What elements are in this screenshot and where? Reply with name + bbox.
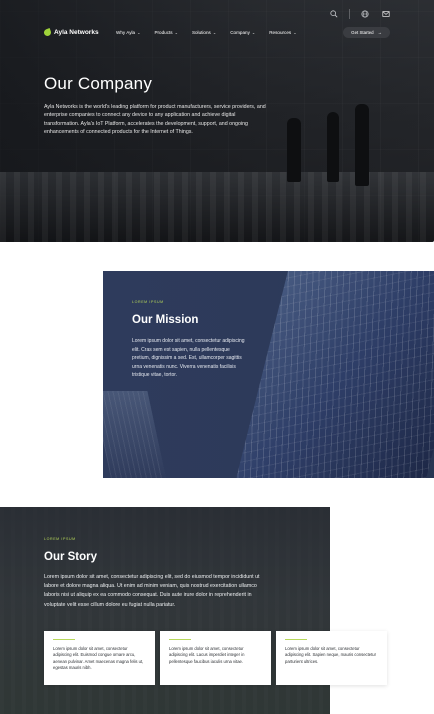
hero-description: Ayla Networks is the world's leading pla… (44, 104, 266, 135)
globe-icon[interactable] (359, 8, 371, 20)
nav-item-label: Products (154, 29, 173, 35)
brand-name: Ayla Networks (54, 28, 99, 36)
story-card-text: Lorem ipsum dolor sit amet, consectetur … (285, 646, 377, 664)
arrow-right-icon: → (377, 29, 382, 35)
story-description: Lorem ipsum dolor sit amet, consectetur … (44, 574, 260, 608)
accent-bar (285, 639, 307, 640)
chevron-down-icon: ⌄ (212, 29, 217, 35)
get-started-label: Get Started (351, 29, 374, 35)
nav-menu: Why Ayla ⌄ Products ⌄ Solutions ⌄ Company ⌄ … (116, 30, 297, 35)
nav-item-products[interactable]: Products ⌄ (154, 30, 178, 35)
story-card: Lorem ipsum dolor sit amet, consectetur … (44, 631, 155, 685)
hero-section: Ayla Networks Why Ayla ⌄ Products ⌄ Soluti… (0, 0, 434, 242)
nav-item-why-ayla[interactable]: Why Ayla ⌄ (116, 30, 140, 35)
chevron-down-icon: ⌄ (251, 29, 256, 35)
page-title: Our Company (44, 74, 153, 93)
story-eyebrow: LOREM IPSUM (44, 537, 76, 541)
story-cards: Lorem ipsum dolor sit amet, consectetur … (44, 631, 387, 685)
nav-item-resources[interactable]: Resources ⌄ (269, 30, 296, 35)
story-card-text: Lorem ipsum dolor sit amet, consectetur … (53, 646, 144, 670)
story-card: Lorem ipsum dolor sit amet, consectetur … (276, 631, 387, 685)
silhouette-figure (355, 104, 369, 186)
mail-icon[interactable] (380, 8, 392, 20)
mission-section: LOREM IPSUM Our Mission Lorem ipsum dolo… (103, 271, 434, 478)
mission-eyebrow: LOREM IPSUM (132, 300, 164, 304)
search-icon[interactable] (328, 8, 340, 20)
nav-item-label: Why Ayla (116, 29, 136, 35)
mission-description: Lorem ipsum dolor sit amet, consectetur … (132, 338, 245, 379)
get-started-button[interactable]: Get Started → (343, 26, 390, 38)
utility-bar (328, 8, 392, 20)
nav-item-company[interactable]: Company ⌄ (230, 30, 255, 35)
story-title: Our Story (44, 551, 98, 563)
chevron-down-icon: ⌄ (293, 29, 297, 35)
chevron-down-icon: ⌄ (174, 29, 178, 35)
accent-bar (53, 639, 75, 640)
nav-item-label: Resources (269, 29, 292, 35)
chevron-down-icon: ⌄ (137, 29, 141, 35)
silhouette-figure (287, 118, 301, 182)
main-nav: Ayla Networks Why Ayla ⌄ Products ⌄ Soluti… (43, 26, 390, 38)
silhouette-figure (327, 112, 339, 182)
story-card: Lorem ipsum dolor sit amet, consectetur … (160, 631, 271, 685)
nav-item-solutions[interactable]: Solutions ⌄ (192, 30, 216, 35)
leaf-logo-icon (43, 27, 52, 37)
accent-bar (169, 639, 191, 640)
mission-title: Our Mission (132, 314, 199, 326)
nav-item-label: Company (230, 29, 250, 35)
skyscraper-image (230, 271, 434, 478)
divider (349, 9, 350, 19)
brand-logo[interactable]: Ayla Networks (43, 27, 116, 37)
nav-item-label: Solutions (191, 29, 211, 35)
skyscraper-image (103, 391, 169, 478)
story-card-text: Lorem ipsum dolor sit amet, consectetur … (169, 646, 245, 664)
